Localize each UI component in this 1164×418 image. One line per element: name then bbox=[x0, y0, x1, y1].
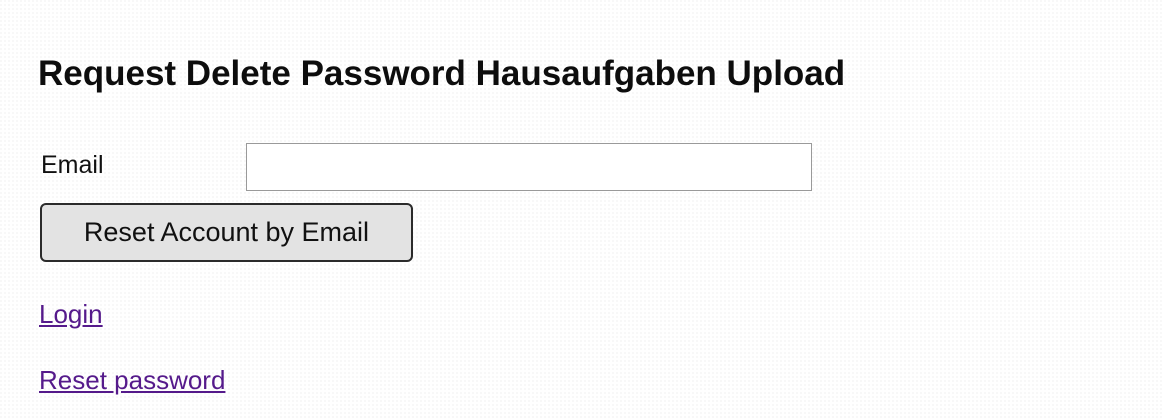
login-link[interactable]: Login bbox=[39, 298, 103, 330]
email-label: Email bbox=[41, 151, 104, 179]
reset-account-by-email-button[interactable]: Reset Account by Email bbox=[40, 203, 413, 262]
email-field[interactable] bbox=[246, 143, 812, 191]
page-title: Request Delete Password Hausaufgaben Upl… bbox=[38, 54, 846, 93]
reset-password-link[interactable]: Reset password bbox=[39, 364, 225, 396]
